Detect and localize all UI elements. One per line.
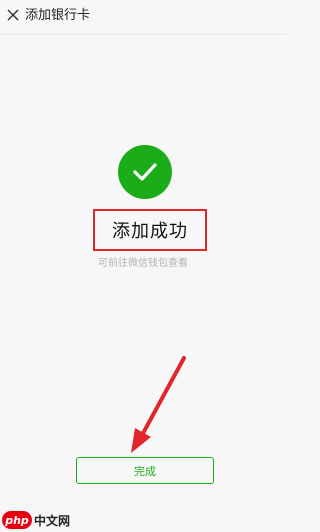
done-button[interactable]: 完成 bbox=[76, 457, 214, 484]
site-watermark: php 中文网 bbox=[0, 509, 90, 531]
watermark-logo: php bbox=[2, 511, 32, 529]
annotation-arrow bbox=[131, 356, 186, 453]
watermark-text: 中文网 bbox=[34, 514, 71, 528]
